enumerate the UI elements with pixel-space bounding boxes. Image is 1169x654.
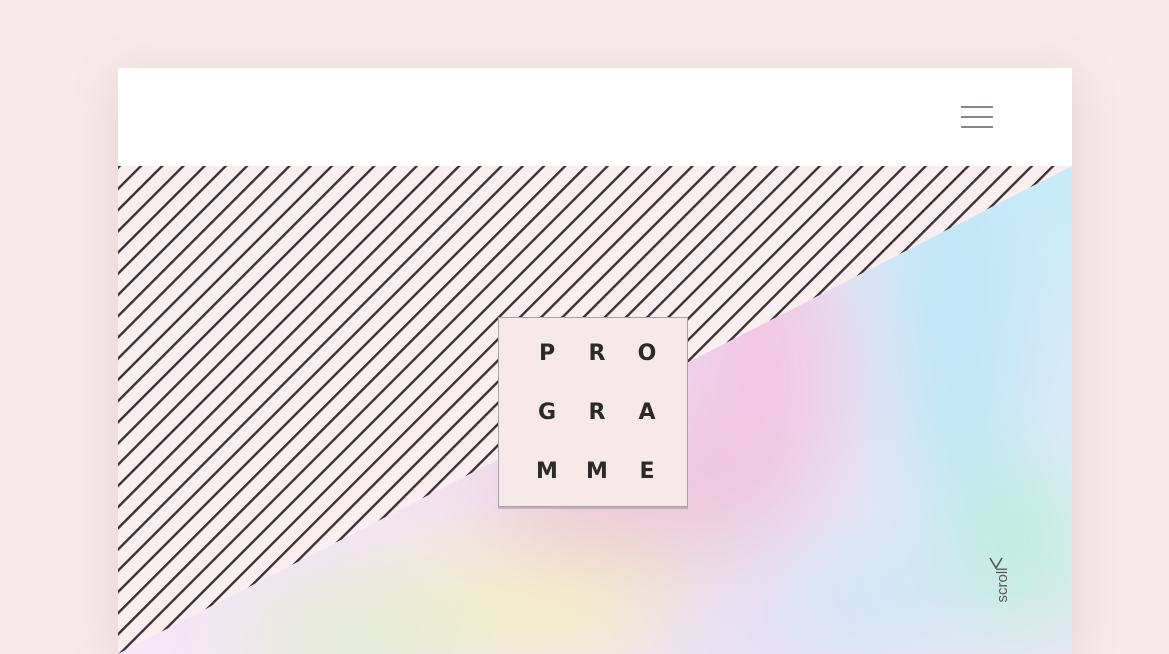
logo-letter: G bbox=[537, 400, 557, 425]
programme-logo: P R O G R A M M E bbox=[498, 317, 688, 507]
scroll-indicator[interactable]: scroll bbox=[988, 556, 1018, 632]
logo-row: G R A bbox=[499, 398, 689, 428]
logo-letter: M bbox=[586, 459, 608, 484]
logo-letter: P bbox=[538, 341, 556, 366]
hamburger-menu-icon-line-bottom bbox=[961, 126, 993, 128]
hamburger-menu-button[interactable] bbox=[961, 106, 993, 130]
logo-row: P R O bbox=[499, 339, 689, 369]
logo-letter: R bbox=[588, 341, 606, 366]
logo-letter: E bbox=[639, 459, 655, 484]
logo-letter: O bbox=[637, 341, 657, 366]
logo-letter: R bbox=[588, 400, 606, 425]
header-bar bbox=[118, 68, 1072, 166]
logo-letter: A bbox=[638, 400, 656, 425]
hamburger-menu-icon-line-top bbox=[961, 106, 993, 108]
logo-letter: M bbox=[536, 459, 558, 484]
logo-row: M M E bbox=[499, 457, 689, 487]
chevron-left-icon bbox=[989, 557, 1003, 570]
page-frame: P R O G R A M M E scroll bbox=[118, 68, 1072, 654]
hamburger-menu-icon-line-middle bbox=[961, 116, 993, 118]
hero-section: P R O G R A M M E scroll bbox=[118, 166, 1072, 654]
